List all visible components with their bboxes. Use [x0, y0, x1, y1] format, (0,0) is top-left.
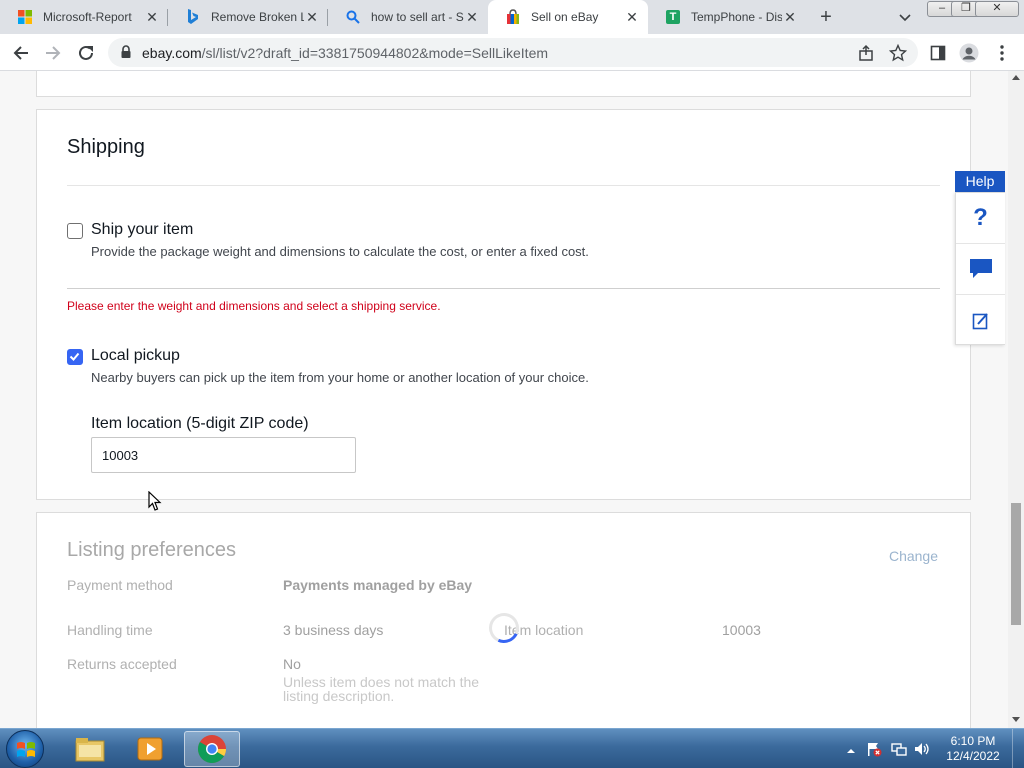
close-tab-icon[interactable]: ✕: [624, 9, 640, 25]
microsoft-icon: [17, 9, 33, 25]
item-location-label: Item location (5-digit ZIP code): [91, 415, 309, 432]
shipping-section: Shipping Ship your item Provide the pack…: [36, 109, 971, 500]
returns-note: Unless item does not match the listing d…: [283, 674, 480, 704]
divider: [67, 288, 940, 289]
lock-icon: [120, 45, 132, 64]
tab-remove-broken[interactable]: Remove Broken Li ✕: [168, 0, 328, 34]
start-button[interactable]: [6, 730, 44, 768]
close-tab-icon[interactable]: ✕: [144, 9, 160, 25]
handling-time-label: Handling time: [67, 622, 153, 638]
divider: [67, 185, 940, 186]
side-panel-icon[interactable]: [927, 42, 949, 64]
page-scrollbar[interactable]: [1008, 71, 1024, 728]
browser-tab-strip: Microsoft-Report ✕ Remove Broken Li ✕ ho…: [0, 0, 1024, 34]
folder-icon: [75, 738, 105, 762]
section-title: Listing preferences: [67, 539, 236, 561]
local-pickup-checkbox[interactable]: [67, 349, 83, 365]
shipping-error-message: Please enter the weight and dimensions a…: [67, 299, 441, 313]
show-desktop-button[interactable]: [1012, 729, 1024, 768]
scrollbar-thumb[interactable]: [1011, 503, 1021, 625]
chrome-icon: [198, 735, 226, 763]
section-title: Shipping: [67, 136, 145, 158]
windows-taskbar: 6:10 PM 12/4/2022: [0, 728, 1024, 768]
ship-item-checkbox[interactable]: [67, 223, 83, 239]
scroll-up-icon[interactable]: [1012, 75, 1020, 80]
handling-time-value: 3 business days: [283, 622, 384, 638]
local-pickup-label: Local pickup: [91, 347, 180, 364]
returns-accepted-value: No: [283, 656, 301, 672]
tempphone-letter: T: [666, 10, 680, 24]
clock-time: 6:10 PM: [950, 734, 996, 748]
checkmark-icon: [69, 352, 80, 361]
mouse-cursor-icon: [148, 491, 162, 511]
ship-item-label: Ship your item: [91, 221, 194, 238]
new-tab-icon[interactable]: +: [815, 6, 837, 28]
chat-bubble-icon: [969, 259, 992, 278]
close-tab-icon[interactable]: ✕: [782, 9, 798, 25]
returns-accepted-label: Returns accepted: [67, 656, 177, 672]
url-path: /sl/list/v2?draft_id=3381750944802&mode=…: [201, 45, 549, 61]
file-explorer-taskbar-button[interactable]: [62, 731, 118, 767]
browser-toolbar: ebay.com/sl/list/v2?draft_id=33817509448…: [0, 34, 1024, 71]
payment-method-label: Payment method: [67, 577, 173, 593]
tab-microsoft-report[interactable]: Microsoft-Report ✕: [0, 0, 168, 34]
page-content: Shipping Ship your item Provide the pack…: [0, 71, 1008, 728]
back-arrow-icon[interactable]: [10, 42, 32, 64]
payment-method-value: Payments managed by eBay: [283, 577, 473, 593]
close-window-button[interactable]: ✕: [975, 1, 1019, 17]
local-pickup-description: Nearby buyers can pick up the item from …: [91, 370, 589, 385]
volume-icon[interactable]: [914, 741, 930, 757]
bing-icon: [185, 9, 201, 25]
clock-date: 12/4/2022: [946, 749, 1000, 763]
change-preferences-link[interactable]: Change: [889, 548, 938, 564]
search-icon: [345, 9, 361, 25]
listing-preferences-section: Listing preferences Change Payment metho…: [36, 512, 971, 728]
zip-code-input[interactable]: [91, 437, 356, 473]
action-center-flag-icon[interactable]: [866, 741, 882, 757]
tempphone-icon: T: [665, 9, 681, 25]
tab-title: Sell on eBay: [531, 10, 599, 24]
help-panel: ?: [955, 192, 1005, 345]
share-icon[interactable]: [857, 44, 875, 62]
help-feedback-button[interactable]: [956, 295, 1005, 346]
question-mark-icon: ?: [973, 204, 988, 231]
tab-tempphone[interactable]: T TempPhone - Disp ✕: [648, 0, 806, 34]
help-question-button[interactable]: ?: [956, 193, 1005, 244]
close-tab-icon[interactable]: ✕: [304, 9, 320, 25]
ship-item-description: Provide the package weight and dimension…: [91, 244, 589, 259]
tab-how-to-sell-art[interactable]: how to sell art - S ✕: [328, 0, 488, 34]
windows-logo-icon: [17, 742, 35, 757]
profile-avatar-icon[interactable]: [958, 42, 980, 64]
bookmark-star-icon[interactable]: [888, 43, 908, 62]
previous-section-card: [36, 71, 971, 97]
reload-icon[interactable]: [75, 42, 97, 64]
chevron-down-icon[interactable]: [897, 9, 913, 25]
tab-title: Microsoft-Report: [43, 10, 132, 24]
chrome-taskbar-button[interactable]: [184, 731, 240, 767]
url-host: ebay.com: [142, 45, 202, 61]
url-text: ebay.com/sl/list/v2?draft_id=33817509448…: [142, 45, 548, 61]
address-bar[interactable]: ebay.com/sl/list/v2?draft_id=33817509448…: [108, 38, 918, 67]
kebab-menu-icon[interactable]: [991, 42, 1013, 64]
feedback-edit-icon: [972, 312, 988, 329]
network-icon[interactable]: [891, 741, 907, 757]
loading-spinner-icon: [484, 608, 524, 648]
tab-title: how to sell art - S: [371, 10, 464, 24]
system-clock[interactable]: 6:10 PM 12/4/2022: [938, 734, 1008, 764]
media-player-icon: [137, 737, 163, 761]
media-player-taskbar-button[interactable]: [122, 731, 178, 767]
close-tab-icon[interactable]: ✕: [464, 9, 480, 25]
tab-title: TempPhone - Disp: [691, 10, 782, 24]
forward-arrow-icon[interactable]: [42, 42, 64, 64]
tab-sell-on-ebay[interactable]: Sell on eBay ✕: [488, 0, 648, 34]
tray-expand-icon[interactable]: [846, 743, 862, 759]
help-chat-button[interactable]: [956, 244, 1005, 295]
item-location-pref-value: 10003: [722, 622, 761, 638]
ebay-bag-icon: [505, 9, 521, 25]
help-tab[interactable]: Help: [955, 171, 1005, 192]
tab-title: Remove Broken Li: [211, 10, 304, 24]
scroll-down-icon[interactable]: [1012, 717, 1020, 722]
